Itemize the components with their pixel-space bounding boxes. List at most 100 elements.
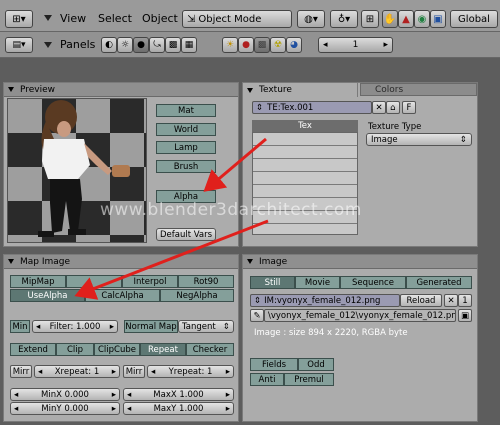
minx-decrement-icon[interactable]: ◂ bbox=[14, 390, 18, 400]
script-context-button[interactable]: ☼ bbox=[117, 37, 133, 53]
repeat-button[interactable]: Repeat bbox=[140, 343, 186, 356]
normal-map-button[interactable]: Normal Map bbox=[124, 320, 178, 333]
texture-fake-user-button[interactable]: ⌂ bbox=[386, 101, 400, 114]
xrepeat-decrement-icon[interactable]: ◂ bbox=[38, 367, 42, 377]
clipcube-button[interactable]: ClipCube bbox=[94, 343, 140, 356]
premul-button[interactable]: Premul bbox=[284, 373, 334, 386]
texture-f-button[interactable]: F bbox=[402, 101, 416, 114]
yrepeat-increment-icon[interactable]: ▸ bbox=[226, 367, 230, 377]
texture-name-field[interactable]: ⇕ TE:Tex.001 bbox=[252, 101, 372, 114]
texture-unlink-button[interactable]: ✕ bbox=[372, 101, 386, 114]
draw-type-button[interactable]: ◍▾ bbox=[297, 10, 325, 28]
min-toggle-button[interactable]: Min bbox=[10, 320, 30, 333]
reload-button[interactable]: Reload bbox=[400, 294, 442, 307]
scale-manipulator-button[interactable]: ▣ bbox=[430, 10, 446, 28]
pivot-button[interactable]: ♁▾ bbox=[330, 10, 358, 28]
world-buttons-button[interactable]: ◕ bbox=[286, 37, 302, 53]
miny-increment-icon[interactable]: ▸ bbox=[112, 404, 116, 414]
default-vars-button[interactable]: Default Vars bbox=[156, 228, 216, 241]
image-tab-movie[interactable]: Movie bbox=[295, 276, 340, 289]
menu-object[interactable]: Object bbox=[142, 12, 178, 25]
yrepeat-field[interactable]: ◂ Yrepeat: 1 ▸ bbox=[147, 365, 234, 378]
tangent-select[interactable]: Tangent ⇕ bbox=[178, 320, 234, 333]
mipmap-button[interactable]: MipMap bbox=[10, 275, 66, 288]
map-image-panel-header[interactable]: Map Image bbox=[4, 255, 238, 269]
frame-number-field[interactable]: ◂ 1 ▸ bbox=[318, 37, 393, 53]
rot90-button[interactable]: Rot90 bbox=[178, 275, 234, 288]
preview-world-button[interactable]: World bbox=[156, 123, 216, 136]
anti-button[interactable]: Anti bbox=[250, 373, 284, 386]
negalpha-button[interactable]: NegAlpha bbox=[160, 289, 234, 302]
image-name-field[interactable]: ⇕ IM:vyonyx_female_012.png bbox=[250, 294, 400, 307]
material-buttons-button[interactable]: ● bbox=[238, 37, 254, 53]
maxx-field[interactable]: ◂ MaxX 1.000 ▸ bbox=[123, 388, 234, 401]
maxx-decrement-icon[interactable]: ◂ bbox=[127, 390, 131, 400]
panels-editor-type-button[interactable]: ▤▾ bbox=[5, 37, 33, 53]
rotate-manipulator-button[interactable]: ◉ bbox=[414, 10, 430, 28]
miny-decrement-icon[interactable]: ◂ bbox=[14, 404, 18, 414]
shading-context-button[interactable]: ● bbox=[133, 37, 149, 53]
image-tab-generated[interactable]: Generated bbox=[406, 276, 472, 289]
maxx-increment-icon[interactable]: ▸ bbox=[226, 390, 230, 400]
usealpha-button[interactable]: UseAlpha bbox=[10, 289, 85, 302]
fields-button[interactable]: Fields bbox=[250, 358, 298, 371]
minx-increment-icon[interactable]: ▸ bbox=[112, 390, 116, 400]
filter-size-field[interactable]: ◂ Filter: 1.000 ▸ bbox=[32, 320, 118, 333]
filter-increment-icon[interactable]: ▸ bbox=[110, 322, 114, 332]
filter-decrement-icon[interactable]: ◂ bbox=[36, 322, 40, 332]
texture-type-select[interactable]: Image ⇕ bbox=[366, 133, 472, 146]
collapse-triangle-icon[interactable] bbox=[44, 15, 52, 21]
odd-button[interactable]: Odd bbox=[298, 358, 334, 371]
frame-decrement-icon[interactable]: ◂ bbox=[323, 40, 328, 50]
object-context-button[interactable]: ⤿ bbox=[149, 37, 165, 53]
logic-context-button[interactable]: ◐ bbox=[101, 37, 117, 53]
lamp-buttons-button[interactable]: ☀ bbox=[222, 37, 238, 53]
menu-view[interactable]: View bbox=[60, 12, 86, 25]
checker-button[interactable]: Checker bbox=[186, 343, 234, 356]
editing-context-button[interactable]: ▩ bbox=[165, 37, 181, 53]
radiosity-buttons-button[interactable]: ☢ bbox=[270, 37, 286, 53]
preview-panel-header[interactable]: Preview bbox=[4, 83, 238, 97]
tab-colors[interactable]: Colors bbox=[360, 83, 477, 96]
mirror-x-button[interactable]: Mirr bbox=[10, 365, 32, 378]
preview-lamp-button[interactable]: Lamp bbox=[156, 141, 216, 154]
calcalpha-button[interactable]: CalcAlpha bbox=[85, 289, 160, 302]
mirror-y-button[interactable]: Mirr bbox=[123, 365, 145, 378]
image-tab-sequence[interactable]: Sequence bbox=[340, 276, 406, 289]
maxy-field[interactable]: ◂ MaxY 1.000 ▸ bbox=[123, 402, 234, 415]
yrepeat-decrement-icon[interactable]: ◂ bbox=[151, 367, 155, 377]
image-path-field[interactable]: \vyonyx_female_012\vyonyx_female_012.png bbox=[264, 309, 456, 322]
preview-mat-button[interactable]: Mat bbox=[156, 104, 216, 117]
image-file-browse-button[interactable]: ▣ bbox=[458, 309, 472, 322]
panel-collapse-icon[interactable] bbox=[8, 87, 14, 92]
image-users-field[interactable]: 1 bbox=[458, 294, 472, 307]
maxy-decrement-icon[interactable]: ◂ bbox=[127, 404, 131, 414]
scene-context-button[interactable]: ▦ bbox=[181, 37, 197, 53]
image-panel-header[interactable]: Image bbox=[243, 255, 477, 269]
extend-button[interactable]: Extend bbox=[10, 343, 56, 356]
editor-type-button[interactable]: ⊞▾ bbox=[5, 10, 33, 28]
layer-toggle-button[interactable]: ⊞ bbox=[361, 10, 379, 28]
xrepeat-field[interactable]: ◂ Xrepeat: 1 ▸ bbox=[34, 365, 120, 378]
panel-collapse-icon[interactable] bbox=[247, 259, 253, 264]
minx-field[interactable]: ◂ MinX 0.000 ▸ bbox=[10, 388, 120, 401]
preview-brush-button[interactable]: Brush bbox=[156, 160, 216, 173]
texture-browse-icon[interactable]: ⇕ bbox=[256, 103, 263, 113]
maxy-increment-icon[interactable]: ▸ bbox=[226, 404, 230, 414]
frame-increment-icon[interactable]: ▸ bbox=[383, 40, 388, 50]
texture-buttons-button[interactable]: ▩ bbox=[254, 37, 270, 53]
xrepeat-increment-icon[interactable]: ▸ bbox=[112, 367, 116, 377]
mode-select[interactable]: ⇲ Object Mode bbox=[182, 10, 292, 28]
translate-manipulator-button[interactable]: ▲ bbox=[398, 10, 414, 28]
image-tab-still[interactable]: Still bbox=[250, 276, 295, 289]
miny-field[interactable]: ◂ MinY 0.000 ▸ bbox=[10, 402, 120, 415]
manipulator-hand-button[interactable]: ✋ bbox=[382, 10, 398, 28]
map-blank-button[interactable] bbox=[66, 275, 122, 288]
panels-collapse-triangle-icon[interactable] bbox=[44, 42, 52, 48]
interpol-button[interactable]: Interpol bbox=[122, 275, 178, 288]
image-pack-button[interactable]: ✎ bbox=[250, 309, 264, 322]
tab-texture[interactable]: Texture bbox=[242, 82, 358, 97]
panel-collapse-icon[interactable] bbox=[8, 259, 14, 264]
orientation-select[interactable]: Global bbox=[450, 10, 498, 28]
texture-collapse-icon[interactable] bbox=[247, 87, 253, 93]
